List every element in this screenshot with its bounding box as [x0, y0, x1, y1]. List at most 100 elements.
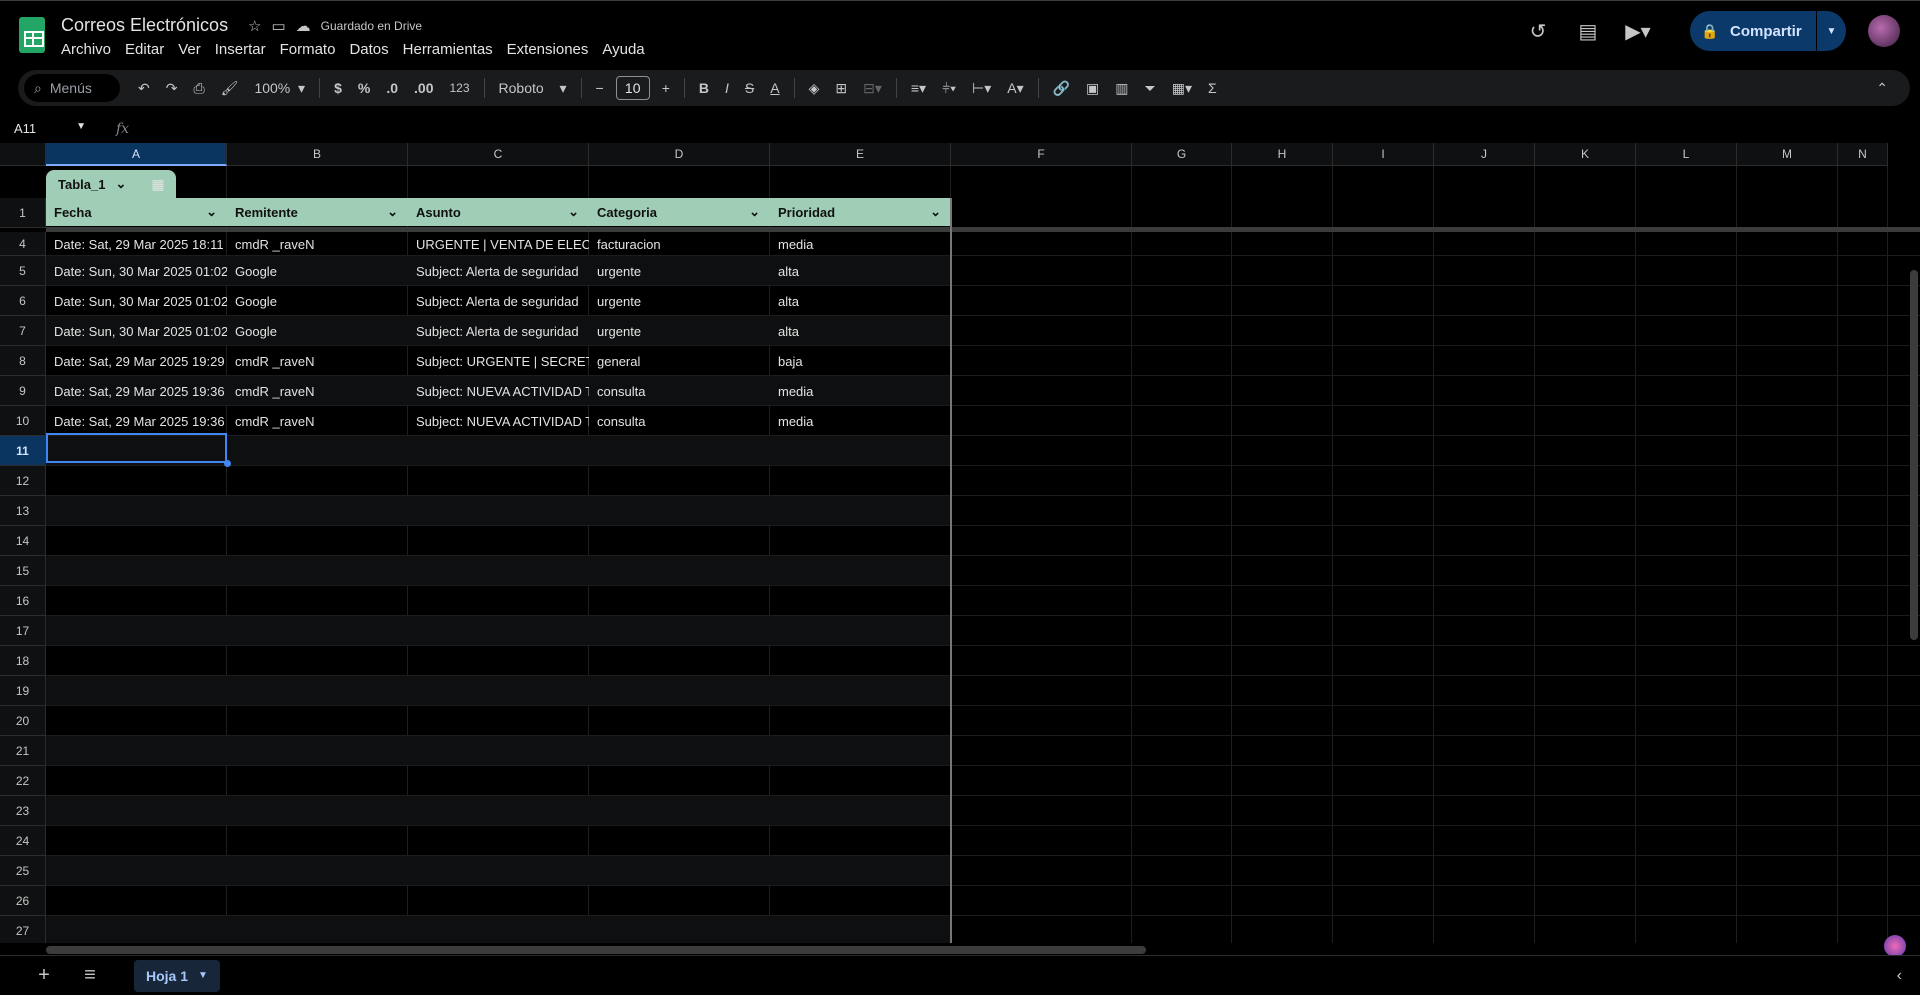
row-header[interactable]: 11 — [0, 436, 46, 466]
name-box[interactable]: A11 ▼ — [0, 121, 96, 136]
text-rotation-icon[interactable]: A▾ — [999, 70, 1031, 106]
table-cell[interactable]: cmdR _raveN — [227, 232, 408, 256]
column-header-a[interactable]: A — [46, 143, 227, 166]
vertical-scrollbar[interactable] — [1910, 270, 1918, 640]
borders-icon[interactable]: ⊞ — [827, 70, 855, 106]
collapse-toolbar-icon[interactable]: ⌃ — [1868, 70, 1896, 106]
share-button[interactable]: 🔒 Compartir ▼ — [1690, 11, 1846, 51]
menu-archivo[interactable]: Archivo — [54, 39, 118, 60]
table-cell[interactable]: consulta — [589, 406, 770, 436]
table-header-asunto[interactable]: Asunto ⌄ — [408, 198, 589, 226]
column-menu-icon[interactable]: ⌄ — [387, 204, 398, 220]
menu-ayuda[interactable]: Ayuda — [595, 39, 651, 60]
meet-icon[interactable]: ▶▾ — [1620, 13, 1656, 49]
table-cell[interactable]: urgente — [589, 286, 770, 316]
row-header[interactable]: 20 — [0, 706, 46, 736]
menu-extensiones[interactable]: Extensiones — [500, 39, 596, 60]
row-header[interactable]: 5 — [0, 256, 46, 286]
fill-color-icon[interactable]: ◈ — [801, 70, 828, 106]
row-header[interactable]: 24 — [0, 826, 46, 856]
vertical-align-icon[interactable]: ⫩▾ — [934, 70, 964, 106]
fill-handle[interactable] — [224, 460, 231, 467]
column-header-l[interactable]: L — [1636, 143, 1737, 166]
row-header[interactable]: 26 — [0, 886, 46, 916]
filter-views-icon[interactable]: ▦▾ — [1164, 70, 1200, 106]
table-cell[interactable]: Google — [227, 286, 408, 316]
percent-format-button[interactable]: % — [350, 70, 378, 106]
zoom-select[interactable]: 100% ▾ — [246, 70, 313, 106]
row-header[interactable]: 21 — [0, 736, 46, 766]
table-cell[interactable]: Date: Sun, 30 Mar 2025 01:02 — [46, 286, 227, 316]
column-menu-icon[interactable]: ⌄ — [749, 204, 760, 220]
table-cell[interactable]: Subject: URGENTE | SECRETA — [408, 346, 589, 376]
table-cell[interactable]: Subject: NUEVA ACTIVIDAD T — [408, 376, 589, 406]
table-cell[interactable]: baja — [770, 346, 951, 376]
table-cell[interactable]: media — [770, 376, 951, 406]
menu-formato[interactable]: Formato — [273, 39, 343, 60]
functions-button[interactable]: Σ — [1200, 70, 1225, 106]
column-header-n[interactable]: N — [1838, 143, 1888, 166]
table-cell[interactable]: consulta — [589, 376, 770, 406]
row-header[interactable]: 15 — [0, 556, 46, 586]
table-header-categoria[interactable]: Categoria ⌄ — [589, 198, 770, 226]
table-cell[interactable]: cmdR _raveN — [227, 346, 408, 376]
table-cell[interactable]: Google — [227, 256, 408, 286]
sheets-logo-icon[interactable] — [19, 17, 45, 53]
table-cell[interactable]: Date: Sun, 30 Mar 2025 01:02 — [46, 256, 227, 286]
number-format-button[interactable]: 123 — [441, 70, 477, 106]
selected-cell[interactable] — [46, 433, 227, 463]
table-cell[interactable]: facturacion — [589, 232, 770, 256]
undo-icon[interactable]: ↶ — [130, 70, 158, 106]
redo-icon[interactable]: ↷ — [158, 70, 186, 106]
row-header[interactable]: 1 — [0, 198, 46, 228]
table-header-remitente[interactable]: Remitente ⌄ — [227, 198, 408, 226]
column-menu-icon[interactable]: ⌄ — [568, 204, 579, 220]
row-header[interactable]: 13 — [0, 496, 46, 526]
menu-search[interactable]: ⌕ Menús — [24, 74, 120, 102]
paint-format-icon[interactable]: 🖌 — [213, 70, 247, 106]
table-cell[interactable]: Subject: Alerta de seguridad — [408, 286, 589, 316]
table-cell[interactable]: cmdR _raveN — [227, 376, 408, 406]
table-cell[interactable]: Subject: Alerta de seguridad — [408, 316, 589, 346]
column-menu-icon[interactable]: ⌄ — [206, 204, 217, 220]
row-header[interactable]: 16 — [0, 586, 46, 616]
move-folder-icon[interactable]: ▭ — [271, 17, 285, 35]
formula-input[interactable] — [129, 117, 1920, 141]
column-header-h[interactable]: H — [1232, 143, 1333, 166]
star-icon[interactable]: ☆ — [248, 17, 261, 35]
row-header[interactable]: 19 — [0, 676, 46, 706]
comments-icon[interactable]: ▤ — [1570, 13, 1606, 49]
table-menu-icon[interactable]: ▦ — [140, 170, 176, 198]
row-header[interactable]: 10 — [0, 406, 46, 436]
row-header[interactable]: 6 — [0, 286, 46, 316]
font-family-select[interactable]: Roboto ▾ — [491, 70, 575, 106]
font-size-input[interactable]: 10 — [615, 76, 650, 100]
row-header[interactable]: 4 — [0, 232, 46, 256]
table-header-prioridad[interactable]: Prioridad ⌄ — [770, 198, 951, 226]
text-wrap-icon[interactable]: ⊢▾ — [964, 70, 999, 106]
avatar[interactable] — [1868, 15, 1900, 47]
table-cell[interactable]: alta — [770, 316, 951, 346]
table-cell[interactable]: general — [589, 346, 770, 376]
table-cell[interactable]: media — [770, 232, 951, 256]
column-header-i[interactable]: I — [1333, 143, 1434, 166]
row-header[interactable]: 7 — [0, 316, 46, 346]
decrease-decimal-button[interactable]: .0 — [378, 70, 406, 106]
currency-format-button[interactable]: $ — [326, 70, 350, 106]
menu-editar[interactable]: Editar — [118, 39, 171, 60]
table-header-fecha[interactable]: Fecha ⌄ — [46, 198, 227, 226]
row-header[interactable]: 14 — [0, 526, 46, 556]
table-cell[interactable]: Subject: Alerta de seguridad — [408, 256, 589, 286]
text-color-button[interactable]: A — [762, 70, 787, 106]
sheet-tab[interactable]: Hoja 1 ▼ — [134, 959, 220, 992]
row-header[interactable]: 9 — [0, 376, 46, 406]
column-header-b[interactable]: B — [227, 143, 408, 166]
add-sheet-icon[interactable]: + — [26, 958, 62, 994]
column-menu-icon[interactable]: ⌄ — [930, 204, 941, 220]
table-cell[interactable]: media — [770, 406, 951, 436]
table-cell[interactable]: Date: Sun, 30 Mar 2025 01:02 — [46, 316, 227, 346]
strikethrough-button[interactable]: S — [737, 70, 762, 106]
save-status[interactable]: Guardado en Drive — [321, 19, 422, 33]
merge-cells-icon[interactable]: ⊟▾ — [855, 70, 890, 106]
table-cell[interactable]: Date: Sat, 29 Mar 2025 18:11 — [46, 232, 227, 256]
